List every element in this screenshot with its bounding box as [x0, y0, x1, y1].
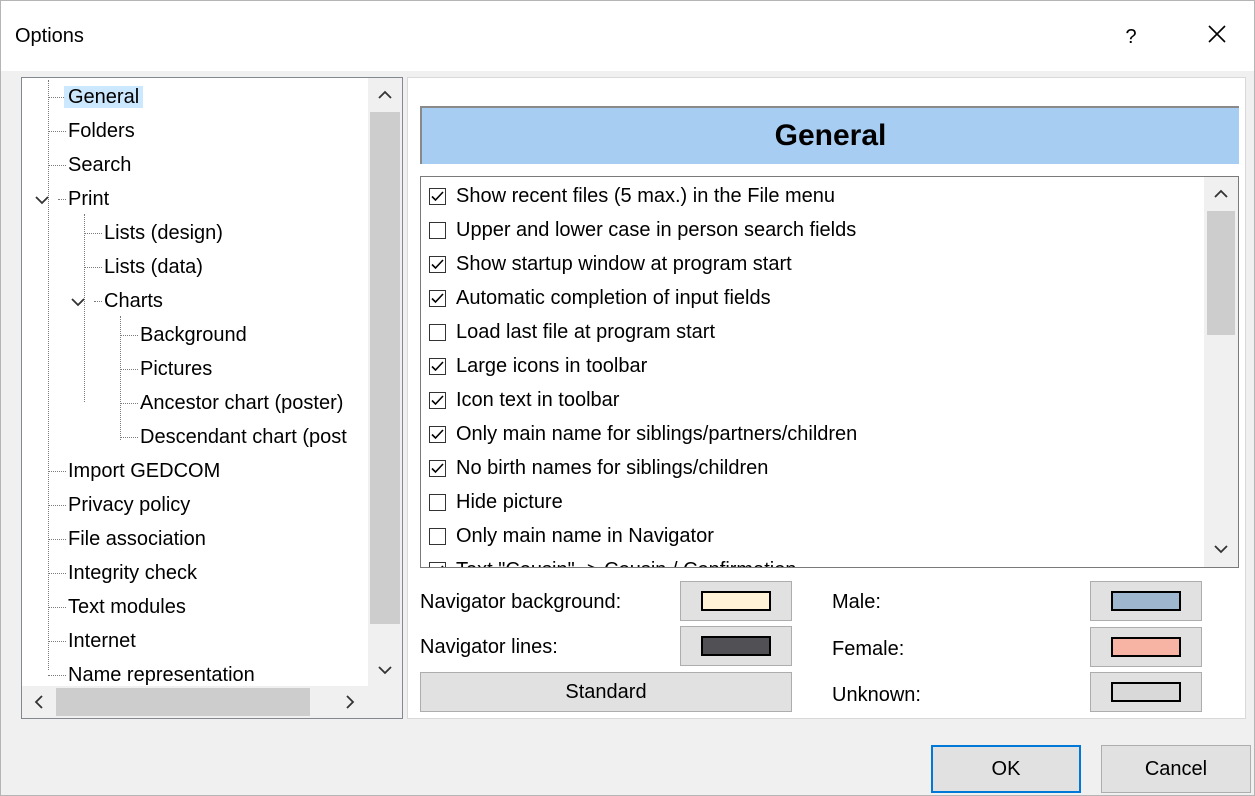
male-label: Male:: [832, 591, 881, 613]
checkbox[interactable]: [429, 357, 446, 375]
ok-button[interactable]: OK: [931, 745, 1081, 793]
unknown-label: Unknown:: [832, 684, 921, 706]
tree-item-general[interactable]: General: [64, 82, 144, 112]
navigator-background-color-button[interactable]: [680, 581, 792, 621]
tree-item-lists-data[interactable]: Lists (data): [100, 252, 207, 282]
option-icon-text[interactable]: Icon text in toolbar: [429, 383, 619, 417]
section-header: General: [420, 106, 1239, 164]
navigator-lines-swatch: [701, 636, 771, 656]
tree-horizontal-scrollbar[interactable]: [22, 686, 368, 718]
navigator-background-swatch: [701, 591, 771, 611]
tree-item-descendant-chart[interactable]: Descendant chart (post: [136, 422, 351, 452]
general-settings-panel: General Show recent files (5 max.) in th…: [407, 77, 1246, 719]
checkbox[interactable]: [429, 459, 446, 477]
tree-item-search[interactable]: Search: [64, 150, 135, 180]
scroll-down-icon[interactable]: [1207, 535, 1235, 563]
tree-item-lists-design[interactable]: Lists (design): [100, 218, 227, 248]
checkbox[interactable]: [429, 187, 446, 205]
tree-vscroll-thumb[interactable]: [370, 112, 400, 624]
tree-item-file-association[interactable]: File association: [64, 524, 210, 554]
option-automatic-completion[interactable]: Automatic completion of input fields: [429, 281, 771, 315]
tree-item-folders[interactable]: Folders: [64, 116, 139, 146]
checkbox[interactable]: [429, 391, 446, 409]
window-title: Options: [15, 25, 84, 47]
option-hide-picture[interactable]: Hide picture: [429, 485, 563, 519]
navigator-lines-label: Navigator lines:: [420, 636, 558, 658]
checkbox[interactable]: [429, 527, 446, 545]
standard-button[interactable]: Standard: [420, 672, 792, 712]
checkbox[interactable]: [429, 425, 446, 443]
tree-item-internet[interactable]: Internet: [64, 626, 140, 656]
tree-item-print[interactable]: Print: [64, 184, 113, 214]
option-no-birth-names[interactable]: No birth names for siblings/children: [429, 451, 768, 485]
male-color-button[interactable]: [1090, 581, 1202, 621]
female-label: Female:: [832, 638, 905, 660]
tree-item-import-gedcom[interactable]: Import GEDCOM: [64, 456, 224, 486]
tree-item-charts[interactable]: Charts: [100, 286, 167, 316]
tree-connector: [48, 80, 49, 670]
scroll-down-icon[interactable]: [371, 656, 399, 684]
general-options-list[interactable]: Show recent files (5 max.) in the File m…: [420, 176, 1239, 568]
tree-item-privacy-policy[interactable]: Privacy policy: [64, 490, 194, 520]
checkbox[interactable]: [429, 289, 446, 307]
option-upper-lower-case[interactable]: Upper and lower case in person search fi…: [429, 213, 856, 247]
option-only-main-name-navigator[interactable]: Only main name in Navigator: [429, 519, 714, 553]
scroll-up-icon[interactable]: [371, 81, 399, 109]
scroll-up-icon[interactable]: [1207, 180, 1235, 208]
cancel-button[interactable]: Cancel: [1101, 745, 1251, 793]
option-large-icons[interactable]: Large icons in toolbar: [429, 349, 647, 383]
options-list-scrollbar[interactable]: [1204, 177, 1238, 567]
tree-item-background[interactable]: Background: [136, 320, 251, 350]
expand-print-chevron-down-icon[interactable]: [34, 191, 50, 207]
scrollbar-corner: [368, 686, 402, 718]
close-button[interactable]: [1187, 15, 1247, 59]
options-tree[interactable]: General Folders Search Print Lists (desi…: [21, 77, 403, 719]
unknown-swatch: [1111, 682, 1181, 702]
tree-item-text-modules[interactable]: Text modules: [64, 592, 190, 622]
tree-item-integrity-check[interactable]: Integrity check: [64, 558, 201, 588]
navigator-background-label: Navigator background:: [420, 591, 622, 613]
title-bar: Options ?: [1, 1, 1254, 71]
option-load-last-file[interactable]: Load last file at program start: [429, 315, 715, 349]
scroll-right-icon[interactable]: [336, 688, 364, 716]
tree-vertical-scrollbar[interactable]: [368, 78, 402, 688]
tree-item-pictures[interactable]: Pictures: [136, 354, 216, 384]
checkbox[interactable]: [429, 561, 446, 567]
options-dialog: Options ? General Folders Search Print L…: [0, 0, 1255, 796]
option-show-startup-window[interactable]: Show startup window at program start: [429, 247, 792, 281]
tree-hscroll-thumb[interactable]: [56, 688, 310, 716]
checkbox[interactable]: [429, 221, 446, 239]
navigator-lines-color-button[interactable]: [680, 626, 792, 666]
option-cousin-text[interactable]: Text "Cousin" -> Cousin / Confirmation: [429, 553, 796, 567]
close-icon: [1207, 24, 1227, 50]
expand-charts-chevron-down-icon[interactable]: [70, 293, 86, 309]
female-color-button[interactable]: [1090, 627, 1202, 667]
checkbox[interactable]: [429, 255, 446, 273]
male-swatch: [1111, 591, 1181, 611]
options-list-scroll-thumb[interactable]: [1207, 211, 1235, 335]
tree-item-ancestor-chart[interactable]: Ancestor chart (poster): [136, 388, 347, 418]
scroll-left-icon[interactable]: [25, 688, 53, 716]
checkbox[interactable]: [429, 323, 446, 341]
option-only-main-name-siblings[interactable]: Only main name for siblings/partners/chi…: [429, 417, 857, 451]
option-show-recent-files[interactable]: Show recent files (5 max.) in the File m…: [429, 179, 835, 213]
female-swatch: [1111, 637, 1181, 657]
unknown-color-button[interactable]: [1090, 672, 1202, 712]
help-button[interactable]: ?: [1101, 15, 1161, 59]
checkbox[interactable]: [429, 493, 446, 511]
